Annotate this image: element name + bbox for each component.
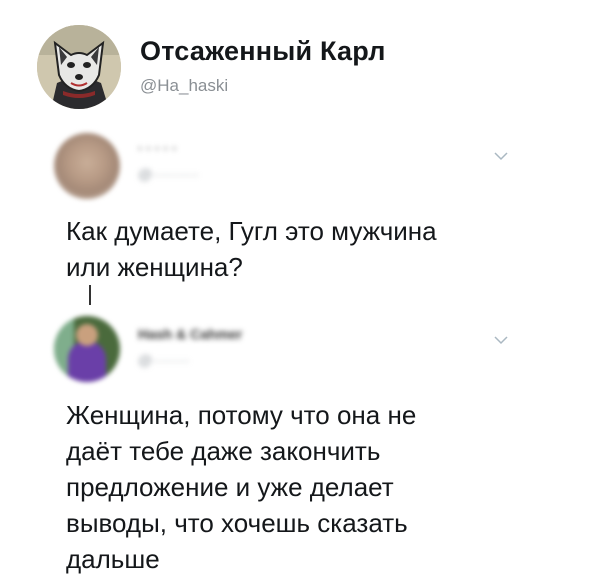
tweet2-text-line: предложение и уже делает	[66, 472, 394, 502]
tweet1-text-line: или женщина?	[66, 252, 243, 282]
tweet1-text: Как думаете, Гугл это мужчина или женщин…	[66, 213, 437, 285]
tweet2-text-line: даёт тебе даже закончить	[66, 436, 381, 466]
tweet2-text-line: дальше	[66, 544, 160, 574]
tweet2-avatar[interactable]	[54, 316, 120, 382]
tweet2-handle[interactable]: @········	[138, 352, 190, 368]
chevron-down-icon[interactable]	[494, 335, 508, 345]
tweet2-text-line: выводы, что хочешь сказать	[66, 508, 408, 538]
tweet2-text: Женщина, потому что она не даёт тебе даж…	[66, 397, 416, 577]
tweet1-handle[interactable]: @··········	[138, 166, 199, 182]
header-display-name[interactable]: Отсаженный Карл	[140, 36, 386, 67]
tweet2-text-line: Женщина, потому что она не	[66, 400, 417, 430]
tweet1-avatar[interactable]	[54, 133, 120, 199]
tweet2-display-name[interactable]: Hash & Cahmer	[138, 326, 242, 342]
tweet1-display-name[interactable]: · · · · ·	[138, 140, 177, 156]
header-handle[interactable]: @Ha_haski	[140, 76, 228, 96]
chevron-down-icon[interactable]	[494, 151, 508, 161]
tweet1-text-line: Как думаете, Гугл это мужчина	[66, 216, 437, 246]
wolf-avatar-icon	[37, 25, 121, 109]
text-cursor	[89, 285, 91, 305]
header-avatar[interactable]	[37, 25, 121, 109]
